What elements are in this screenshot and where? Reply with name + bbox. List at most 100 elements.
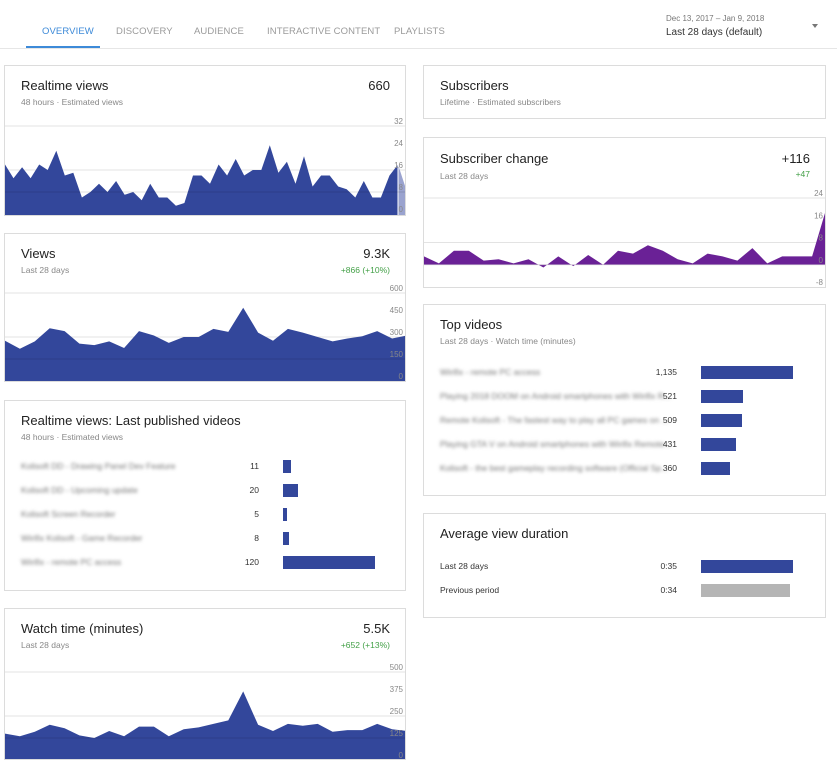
card-subtitle: Last 28 days · Watch time (minutes) <box>440 336 576 346</box>
bar <box>283 460 291 473</box>
video-row[interactable]: Wirifix - remote PC access 1,135 <box>440 366 809 380</box>
bar <box>283 556 375 569</box>
y-tick-label: 450 <box>390 306 404 315</box>
video-title[interactable]: Kolisoft Screen Recorder <box>21 509 116 519</box>
bar-value: 8 <box>254 533 259 543</box>
tab-interactive-content[interactable]: INTERACTIVE CONTENT <box>267 26 380 37</box>
date-range-text: Dec 13, 2017 – Jan 9, 2018 <box>666 14 765 23</box>
card-delta: +652 (+13%) <box>340 640 390 650</box>
video-title[interactable]: Kolisoft DD - Upcoming update <box>21 485 138 495</box>
y-tick-label: 0 <box>399 751 404 760</box>
y-tick-label: 125 <box>390 729 404 738</box>
bar-value: 360 <box>662 463 677 473</box>
bar <box>701 366 793 379</box>
top-videos-card[interactable]: Top videos Last 28 days · Watch time (mi… <box>423 304 826 496</box>
card-value: 9.3K <box>363 246 390 261</box>
bar-value: 0:34 <box>660 585 677 595</box>
tab-playlists[interactable]: PLAYLISTS <box>394 26 445 37</box>
video-row[interactable]: Playing GTA V on Android smartphones wit… <box>440 438 809 452</box>
video-row[interactable]: Wirifix Kolisoft - Game Recorder 8 <box>21 532 391 546</box>
chart-svg: 0 150 300 450 600 <box>5 284 405 381</box>
period-label: Last 28 days <box>440 561 489 571</box>
card-title: Realtime views <box>21 78 109 93</box>
chart-svg: -8 0 8 16 24 <box>424 189 825 287</box>
bar-value: 431 <box>662 439 677 449</box>
last-published-videos-card[interactable]: Realtime views: Last published videos 48… <box>4 400 406 591</box>
y-tick-label: 0 <box>399 205 404 214</box>
top-nav-bar: OVERVIEW DISCOVERY AUDIENCE INTERACTIVE … <box>0 0 837 49</box>
card-title: Watch time (minutes) <box>21 621 144 636</box>
video-title[interactable]: Wirifix Kolisoft - Game Recorder <box>21 533 142 543</box>
active-tab-indicator <box>26 46 100 48</box>
bar <box>283 508 287 521</box>
chart-svg: 0 125 250 375 500 <box>5 663 405 760</box>
tab-discovery[interactable]: DISCOVERY <box>116 26 173 37</box>
views-chart: 0 150 300 450 600 <box>5 284 405 381</box>
card-title: Views <box>21 246 56 261</box>
video-row[interactable]: Playing 2018 DOOM on Android smartphones… <box>440 390 809 404</box>
card-subtitle: Last 28 days <box>21 265 70 275</box>
bar-value: 1,135 <box>655 367 677 377</box>
bar <box>701 584 790 597</box>
period-label: Previous period <box>440 585 500 595</box>
chart-svg: 0 8 16 24 32 <box>5 117 405 215</box>
y-tick-label: 500 <box>390 663 404 672</box>
video-row[interactable]: Wirifix - remote PC access 120 <box>21 556 391 570</box>
subscriber-change-card[interactable]: Subscriber change Last 28 days +116 +47 … <box>423 137 826 288</box>
area-series <box>5 691 405 759</box>
tab-audience[interactable]: AUDIENCE <box>194 26 244 37</box>
bar <box>283 532 289 545</box>
card-value: +116 <box>781 151 810 166</box>
duration-row: Previous period 0:34 <box>440 584 809 598</box>
watch-time-chart: 0 125 250 375 500 <box>5 663 405 760</box>
realtime-views-chart: 0 8 16 24 32 <box>5 117 405 215</box>
y-tick-label: 150 <box>390 350 404 359</box>
y-tick-label: 600 <box>390 284 404 293</box>
y-tick-label: 375 <box>390 685 404 694</box>
card-title: Subscribers <box>440 78 509 93</box>
bar <box>701 390 743 403</box>
video-title[interactable]: Wirifix - remote PC access <box>21 557 121 567</box>
card-title: Subscriber change <box>440 151 549 166</box>
y-tick-label: 16 <box>394 161 403 170</box>
card-title: Top videos <box>440 317 503 332</box>
card-delta: +47 <box>795 169 810 179</box>
dropdown-arrow-icon[interactable] <box>812 24 818 28</box>
bar-value: 521 <box>662 391 677 401</box>
realtime-views-card[interactable]: Realtime views 48 hours · Estimated view… <box>4 65 406 216</box>
y-tick-label: 0 <box>399 372 404 381</box>
y-tick-label: 0 <box>819 256 824 265</box>
video-row[interactable]: Kolisoft DD - Drawing Panel Dev Feature 1… <box>21 460 391 474</box>
video-title[interactable]: Kolisoft DD - Drawing Panel Dev Feature <box>21 461 175 471</box>
card-title: Average view duration <box>440 526 569 541</box>
video-title[interactable]: Kolisoft - the best gameplay recording s… <box>440 463 668 473</box>
bar-value: 5 <box>254 509 259 519</box>
bar <box>701 560 793 573</box>
video-row[interactable]: Kolisoft - the best gameplay recording s… <box>440 462 809 476</box>
y-tick-label: 24 <box>394 139 403 148</box>
bar-value: 11 <box>250 461 259 471</box>
views-card[interactable]: Views Last 28 days 9.3K +866 (+10%) 0 150… <box>4 233 406 382</box>
bar-value: 509 <box>662 415 677 425</box>
watch-time-card[interactable]: Watch time (minutes) Last 28 days 5.5K +… <box>4 608 406 760</box>
card-subtitle: Lifetime · Estimated subscribers <box>440 97 561 107</box>
area-series <box>5 145 398 215</box>
video-title[interactable]: Wirifix - remote PC access <box>440 367 540 377</box>
subscribers-card[interactable]: Subscribers Lifetime · Estimated subscri… <box>423 65 826 119</box>
video-title[interactable]: Remote Kolisoft - The fastest way to pla… <box>440 415 669 425</box>
card-value: 5.5K <box>363 621 390 636</box>
y-tick-label: 250 <box>390 707 404 716</box>
card-delta: +866 (+10%) <box>340 265 390 275</box>
video-row[interactable]: Kolisoft Screen Recorder 5 <box>21 508 391 522</box>
y-tick-label: 24 <box>814 189 823 198</box>
tab-overview[interactable]: OVERVIEW <box>42 26 94 37</box>
avg-view-duration-card[interactable]: Average view duration Last 28 days 0:35 Pr… <box>423 513 826 618</box>
date-range-label[interactable]: Last 28 days (default) <box>666 27 762 38</box>
bar-value: 120 <box>244 557 259 567</box>
card-subtitle: Last 28 days <box>440 171 489 181</box>
area-series <box>424 213 825 268</box>
video-row[interactable]: Remote Kolisoft - The fastest way to pla… <box>440 414 809 428</box>
card-subtitle: Last 28 days <box>21 640 70 650</box>
card-value: 660 <box>368 78 390 93</box>
video-row[interactable]: Kolisoft DD - Upcoming update 20 <box>21 484 391 498</box>
